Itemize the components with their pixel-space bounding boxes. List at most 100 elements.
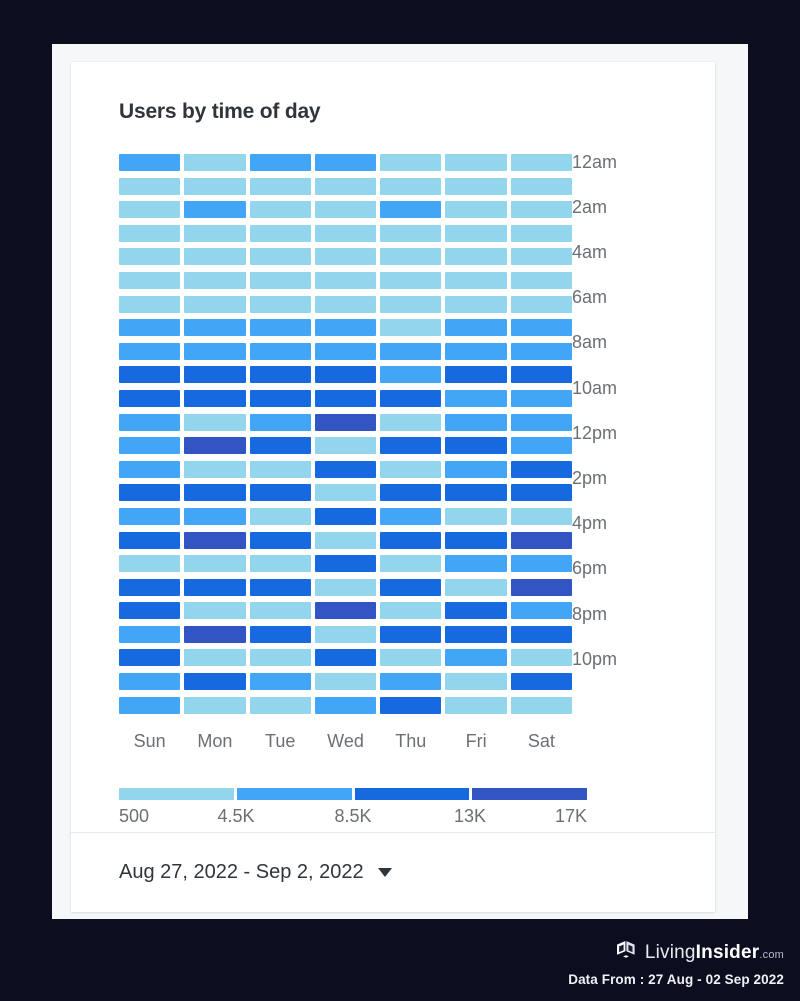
heatmap-cell[interactable] [119, 555, 180, 572]
heatmap-cell[interactable] [184, 579, 245, 596]
heatmap-cell[interactable] [250, 532, 311, 549]
heatmap-cell[interactable] [184, 154, 245, 171]
heatmap-cell[interactable] [511, 178, 572, 195]
heatmap-cell[interactable] [184, 461, 245, 478]
heatmap-cell[interactable] [184, 296, 245, 313]
heatmap-cell[interactable] [511, 343, 572, 360]
heatmap-cell[interactable] [511, 555, 572, 572]
heatmap-cell[interactable] [184, 484, 245, 501]
heatmap-cell[interactable] [445, 484, 506, 501]
heatmap-cell[interactable] [315, 626, 376, 643]
heatmap-cell[interactable] [250, 437, 311, 454]
heatmap-cell[interactable] [511, 484, 572, 501]
heatmap-cell[interactable] [315, 649, 376, 666]
heatmap-cell[interactable] [184, 248, 245, 265]
heatmap-cell[interactable] [315, 555, 376, 572]
heatmap-cell[interactable] [511, 154, 572, 171]
heatmap-cell[interactable] [380, 390, 441, 407]
heatmap-cell[interactable] [119, 296, 180, 313]
heatmap-cell[interactable] [119, 178, 180, 195]
heatmap-cell[interactable] [119, 366, 180, 383]
heatmap-cell[interactable] [511, 366, 572, 383]
heatmap-cell[interactable] [119, 201, 180, 218]
heatmap-cell[interactable] [511, 319, 572, 336]
heatmap-cell[interactable] [445, 319, 506, 336]
heatmap-cell[interactable] [380, 366, 441, 383]
heatmap-cell[interactable] [184, 178, 245, 195]
heatmap-cell[interactable] [445, 390, 506, 407]
heatmap-cell[interactable] [511, 579, 572, 596]
heatmap-cell[interactable] [380, 296, 441, 313]
heatmap-cell[interactable] [250, 343, 311, 360]
heatmap-cell[interactable] [380, 178, 441, 195]
heatmap-cell[interactable] [511, 649, 572, 666]
heatmap-cell[interactable] [315, 272, 376, 289]
heatmap-cell[interactable] [445, 437, 506, 454]
heatmap-cell[interactable] [315, 178, 376, 195]
heatmap-cell[interactable] [119, 390, 180, 407]
heatmap-cell[interactable] [315, 366, 376, 383]
heatmap-cell[interactable] [250, 390, 311, 407]
heatmap-cell[interactable] [380, 319, 441, 336]
heatmap-cell[interactable] [315, 508, 376, 525]
heatmap-cell[interactable] [380, 414, 441, 431]
heatmap-cell[interactable] [184, 366, 245, 383]
heatmap-cell[interactable] [380, 225, 441, 242]
heatmap-cell[interactable] [445, 626, 506, 643]
heatmap-cell[interactable] [445, 248, 506, 265]
heatmap-cell[interactable] [315, 248, 376, 265]
heatmap-cell[interactable] [511, 296, 572, 313]
chevron-down-icon[interactable] [378, 868, 392, 877]
heatmap-cell[interactable] [380, 626, 441, 643]
heatmap-cell[interactable] [119, 343, 180, 360]
heatmap-cell[interactable] [250, 366, 311, 383]
heatmap-cell[interactable] [119, 484, 180, 501]
heatmap-cell[interactable] [119, 673, 180, 690]
heatmap-cell[interactable] [119, 626, 180, 643]
heatmap-cell[interactable] [184, 673, 245, 690]
heatmap-cell[interactable] [250, 414, 311, 431]
heatmap-cell[interactable] [250, 225, 311, 242]
heatmap-cell[interactable] [250, 484, 311, 501]
heatmap-cell[interactable] [184, 697, 245, 714]
heatmap-cell[interactable] [445, 154, 506, 171]
heatmap-cell[interactable] [511, 225, 572, 242]
heatmap-cell[interactable] [445, 649, 506, 666]
heatmap-cell[interactable] [250, 697, 311, 714]
heatmap-cell[interactable] [511, 532, 572, 549]
heatmap-cell[interactable] [511, 602, 572, 619]
heatmap-cell[interactable] [184, 272, 245, 289]
heatmap-cell[interactable] [119, 154, 180, 171]
heatmap-cell[interactable] [315, 484, 376, 501]
heatmap-cell[interactable] [119, 225, 180, 242]
heatmap-cell[interactable] [445, 579, 506, 596]
heatmap-cell[interactable] [250, 579, 311, 596]
heatmap-cell[interactable] [184, 414, 245, 431]
heatmap-cell[interactable] [250, 508, 311, 525]
heatmap-cell[interactable] [250, 178, 311, 195]
heatmap-cell[interactable] [119, 248, 180, 265]
heatmap-cell[interactable] [119, 461, 180, 478]
heatmap-cell[interactable] [250, 319, 311, 336]
heatmap-cell[interactable] [380, 201, 441, 218]
heatmap-cell[interactable] [380, 484, 441, 501]
heatmap-cell[interactable] [380, 343, 441, 360]
heatmap-cell[interactable] [119, 272, 180, 289]
heatmap-cell[interactable] [511, 626, 572, 643]
heatmap-cell[interactable] [511, 414, 572, 431]
heatmap-cell[interactable] [380, 532, 441, 549]
heatmap-cell[interactable] [119, 697, 180, 714]
heatmap-cell[interactable] [315, 697, 376, 714]
heatmap-cell[interactable] [315, 390, 376, 407]
heatmap-cell[interactable] [315, 296, 376, 313]
heatmap-cell[interactable] [445, 296, 506, 313]
heatmap-cell[interactable] [184, 390, 245, 407]
heatmap-cell[interactable] [315, 579, 376, 596]
heatmap-cell[interactable] [511, 697, 572, 714]
heatmap-cell[interactable] [445, 272, 506, 289]
heatmap-cell[interactable] [315, 461, 376, 478]
heatmap-cell[interactable] [380, 697, 441, 714]
heatmap-cell[interactable] [380, 154, 441, 171]
heatmap-cell[interactable] [511, 461, 572, 478]
heatmap-cell[interactable] [511, 673, 572, 690]
